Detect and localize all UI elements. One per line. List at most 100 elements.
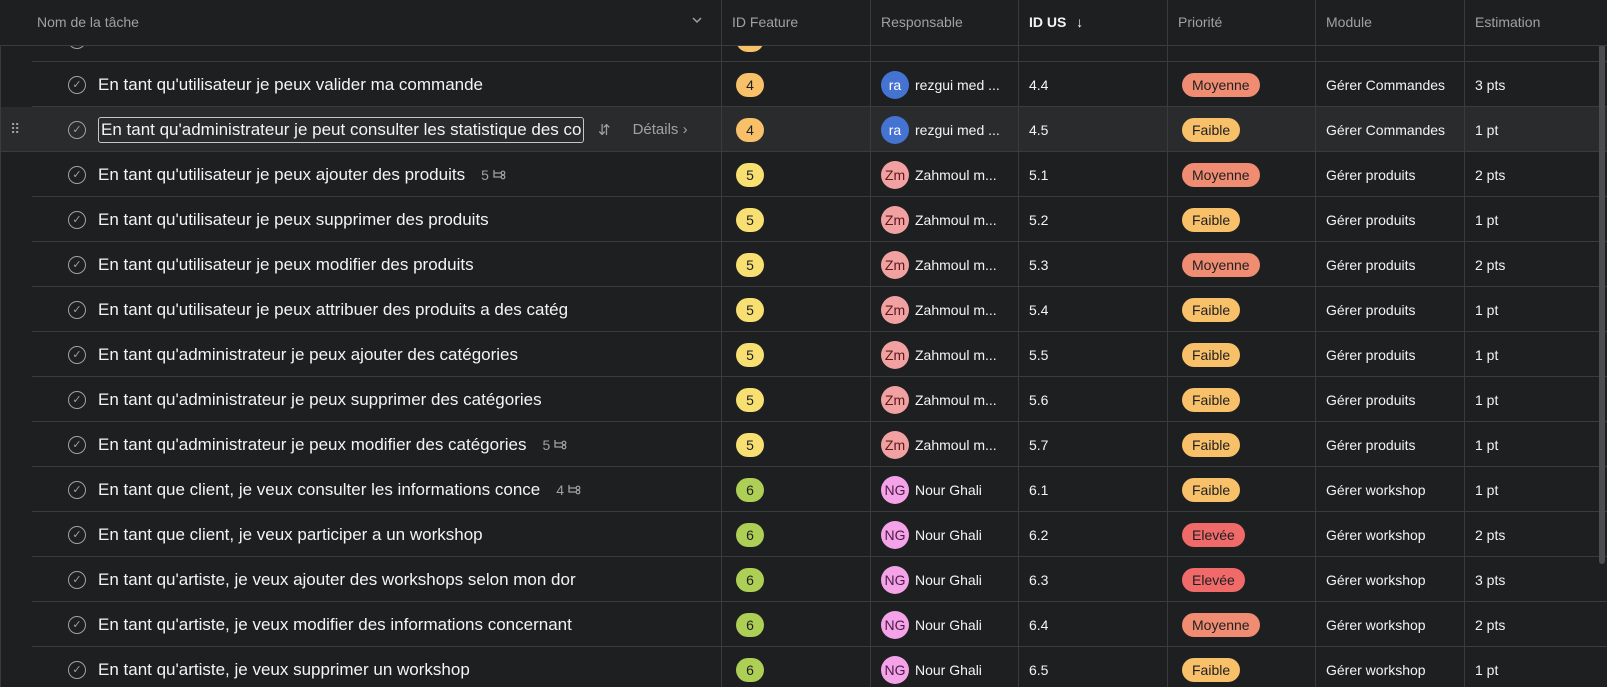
- id-us-cell[interactable]: 6.2: [1019, 512, 1168, 557]
- module-cell[interactable]: Gérer produits: [1316, 287, 1465, 332]
- priority-cell[interactable]: Moyenne: [1168, 602, 1316, 647]
- module-cell[interactable]: Gérer Commandes: [1316, 62, 1465, 107]
- details-button[interactable]: Détails ›: [633, 121, 688, 138]
- feature-cell[interactable]: 6: [722, 602, 871, 647]
- priority-cell[interactable]: Elevée: [1168, 557, 1316, 602]
- module-cell[interactable]: Gérer produits: [1316, 197, 1465, 242]
- module-cell[interactable]: Gérer workshop: [1316, 512, 1465, 557]
- feature-cell[interactable]: 5: [722, 287, 871, 332]
- subtask-count[interactable]: 5: [481, 167, 506, 183]
- estimation-cell[interactable]: 2 pts: [1465, 602, 1607, 647]
- module-cell[interactable]: Gérer workshop: [1316, 647, 1465, 687]
- id-us-cell[interactable]: 4.5: [1019, 107, 1168, 152]
- table-row[interactable]: ✓ En tant que client, je veux consulter l…: [0, 467, 1607, 512]
- complete-check-icon[interactable]: ✓: [68, 300, 86, 319]
- id-us-cell[interactable]: 4.4: [1019, 62, 1168, 107]
- task-name[interactable]: En tant que client, je veux participer a…: [98, 525, 483, 545]
- task-name-cell[interactable]: ⠿ ✓ En tant qu'administrateur je peut cons…: [0, 107, 722, 152]
- priority-cell[interactable]: Moyenne: [1168, 152, 1316, 197]
- task-name[interactable]: En tant qu'administrateur je peux modifi…: [98, 435, 526, 455]
- complete-check-icon[interactable]: ✓: [68, 165, 86, 184]
- estimation-cell[interactable]: 3 pts: [1465, 62, 1607, 107]
- table-row[interactable]: ✓ En tant qu'utilisateur je peux valider …: [0, 62, 1607, 107]
- task-name[interactable]: En tant qu'utilisateur je peux attribuer…: [98, 300, 568, 320]
- table-row[interactable]: ✓ En tant qu'utilisateur je peux attribue…: [0, 287, 1607, 332]
- id-us-cell[interactable]: 5.3: [1019, 242, 1168, 287]
- estimation-cell[interactable]: 3 pts: [1465, 557, 1607, 602]
- task-name[interactable]: En tant qu'administrateur je peut consul…: [98, 116, 584, 143]
- complete-check-icon[interactable]: ✓: [68, 390, 86, 409]
- priority-cell[interactable]: Faible: [1168, 422, 1316, 467]
- module-cell[interactable]: Gérer Commandes: [1316, 107, 1465, 152]
- task-name-cell[interactable]: ✓ En tant qu'administrateur je peux ajout…: [0, 332, 722, 377]
- task-name-cell[interactable]: ✓ En tant qu'utilisateur je peux supprime…: [0, 197, 722, 242]
- table-row[interactable]: ✓ En tant qu'artiste, je veux supprimer u…: [0, 647, 1607, 687]
- table-row[interactable]: ✓ En tant qu'administrateur je peux ajout…: [0, 332, 1607, 377]
- task-name-cell[interactable]: ✓ En tant qu'utilisateur je peux ajouter …: [0, 152, 722, 197]
- module-cell[interactable]: Gérer workshop: [1316, 467, 1465, 512]
- complete-check-icon[interactable]: ✓: [68, 75, 86, 94]
- task-name[interactable]: En tant qu'administrateur je peux suppri…: [98, 390, 542, 410]
- responsable-cell[interactable]: Zm Zahmoul m...: [871, 242, 1019, 287]
- estimation-cell[interactable]: 1 pt: [1465, 647, 1607, 687]
- feature-cell[interactable]: 6: [722, 647, 871, 687]
- responsable-cell[interactable]: NG Nour Ghali: [871, 557, 1019, 602]
- priority-cell[interactable]: Faible: [1168, 647, 1316, 687]
- module-cell[interactable]: Gérer produits: [1316, 332, 1465, 377]
- chevron-down-icon[interactable]: [691, 0, 703, 45]
- complete-check-icon[interactable]: ✓: [68, 480, 86, 499]
- responsable-cell[interactable]: NG Nour Ghali: [871, 602, 1019, 647]
- task-name[interactable]: En tant qu'artiste, je veux modifier des…: [98, 615, 572, 635]
- complete-check-icon[interactable]: ✓: [68, 345, 86, 364]
- task-name-cell[interactable]: ✓ En tant qu'utilisateur je peux valider …: [0, 62, 722, 107]
- task-name[interactable]: En tant qu'utilisateur je peux valider m…: [98, 75, 483, 95]
- estimation-cell[interactable]: 1 pt: [1465, 467, 1607, 512]
- table-row[interactable]: ⠿ ✓ En tant qu'administrateur je peut cons…: [0, 107, 1607, 152]
- task-name-cell[interactable]: ✓ En tant que client, je veux consulter l…: [0, 467, 722, 512]
- module-cell[interactable]: Gérer workshop: [1316, 602, 1465, 647]
- priority-cell[interactable]: Faible: [1168, 467, 1316, 512]
- estimation-cell[interactable]: 1 pt: [1465, 422, 1607, 467]
- feature-cell[interactable]: 4: [722, 107, 871, 152]
- responsable-cell[interactable]: Zm Zahmoul m...: [871, 197, 1019, 242]
- feature-cell[interactable]: 5: [722, 332, 871, 377]
- column-header-responsable[interactable]: Responsable: [871, 0, 1019, 45]
- priority-cell[interactable]: Faible: [1168, 107, 1316, 152]
- priority-cell[interactable]: Faible: [1168, 287, 1316, 332]
- table-row[interactable]: ✓ En tant que client, je veux participer …: [0, 512, 1607, 557]
- task-name[interactable]: En tant que client, je veux consulter le…: [98, 480, 540, 500]
- module-cell[interactable]: Gérer produits: [1316, 377, 1465, 422]
- table-row[interactable]: ✓ En tant qu'artiste, je veux modifier de…: [0, 602, 1607, 647]
- estimation-cell[interactable]: 2 pts: [1465, 512, 1607, 557]
- module-cell[interactable]: Gérer produits: [1316, 422, 1465, 467]
- responsable-cell[interactable]: Zm Zahmoul m...: [871, 152, 1019, 197]
- complete-check-icon[interactable]: ✓: [68, 435, 86, 454]
- table-row[interactable]: ✓ En tant qu'administrateur je peux suppr…: [0, 377, 1607, 422]
- task-name[interactable]: En tant qu'utilisateur je peux ajouter d…: [98, 165, 465, 185]
- complete-check-icon[interactable]: ✓: [68, 210, 86, 229]
- table-row[interactable]: ✓ En tant qu'utilisateur je peux modifier…: [0, 242, 1607, 287]
- column-header-name[interactable]: Nom de la tâche: [0, 0, 722, 45]
- task-name-cell[interactable]: ✓ En tant qu'administrateur je peux suppr…: [0, 377, 722, 422]
- responsable-cell[interactable]: Zm Zahmoul m...: [871, 422, 1019, 467]
- column-header-module[interactable]: Module: [1316, 0, 1465, 45]
- id-us-cell[interactable]: 6.1: [1019, 467, 1168, 512]
- estimation-cell[interactable]: 1 pt: [1465, 197, 1607, 242]
- id-us-cell[interactable]: 5.5: [1019, 332, 1168, 377]
- column-header-id-us[interactable]: ID US ↓: [1019, 0, 1168, 45]
- responsable-cell[interactable]: NG Nour Ghali: [871, 647, 1019, 687]
- feature-cell[interactable]: 4: [722, 62, 871, 107]
- complete-check-icon[interactable]: ✓: [68, 660, 86, 679]
- priority-cell[interactable]: Moyenne: [1168, 242, 1316, 287]
- table-row[interactable]: ✓ En tant qu'administrateur je peux modif…: [0, 422, 1607, 467]
- task-name-cell[interactable]: ✓ En tant qu'artiste, je veux supprimer u…: [0, 647, 722, 687]
- complete-check-icon[interactable]: ✓: [68, 255, 86, 274]
- id-us-cell[interactable]: 5.4: [1019, 287, 1168, 332]
- feature-cell[interactable]: 5: [722, 152, 871, 197]
- estimation-cell[interactable]: 2 pts: [1465, 242, 1607, 287]
- priority-cell[interactable]: Faible: [1168, 332, 1316, 377]
- responsable-cell[interactable]: Zm Zahmoul m...: [871, 377, 1019, 422]
- estimation-cell[interactable]: 1 pt: [1465, 332, 1607, 377]
- estimation-cell[interactable]: 1 pt: [1465, 377, 1607, 422]
- task-name-cell[interactable]: ✓ En tant qu'artiste, je veux ajouter des…: [0, 557, 722, 602]
